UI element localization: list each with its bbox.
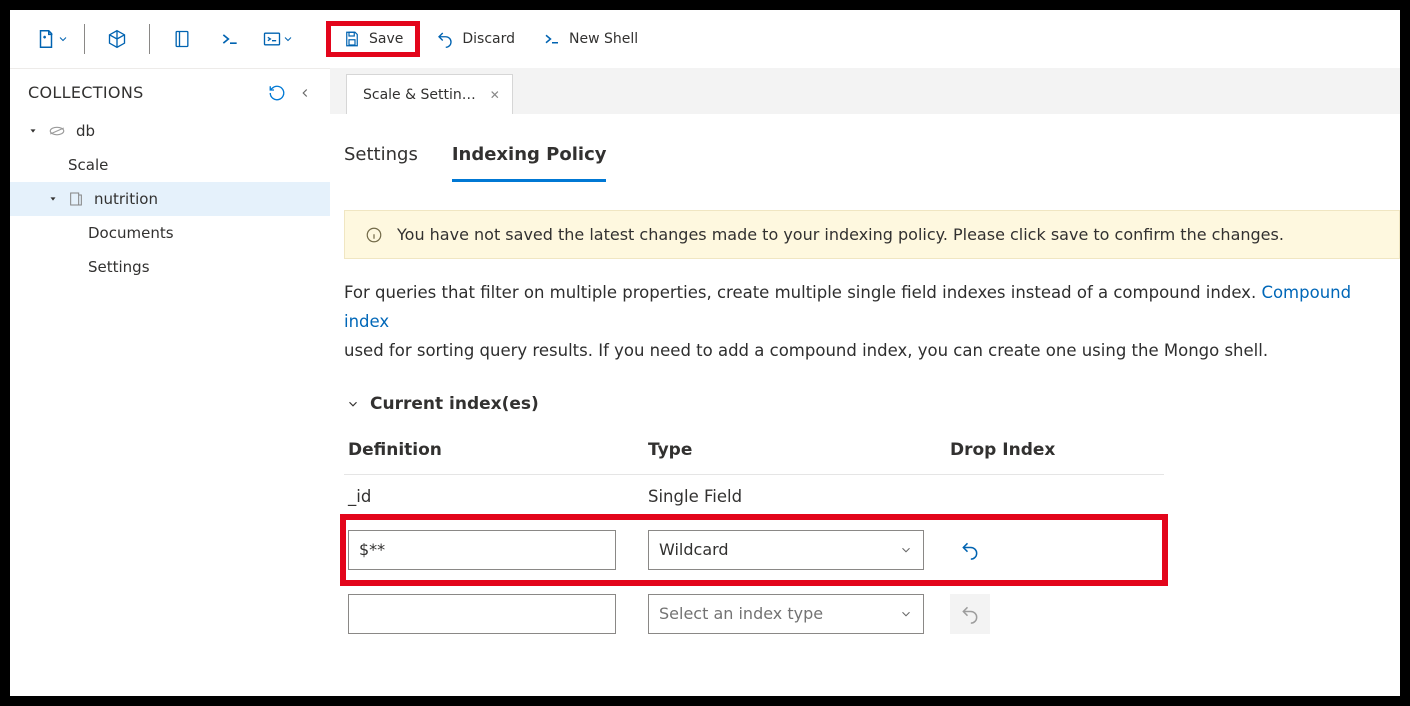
tree-database-node[interactable]: db <box>10 114 330 148</box>
main-panel: Scale & Settin… ✕ Settings Indexing Poli… <box>330 68 1400 696</box>
chevron-down-icon <box>346 397 360 411</box>
chevron-down-icon <box>282 33 294 45</box>
new-shell-button[interactable]: New Shell <box>531 21 650 57</box>
content: Settings Indexing Policy You have not sa… <box>330 114 1400 646</box>
connect-button[interactable] <box>95 21 139 57</box>
save-icon <box>343 30 361 48</box>
index-table: Definition Type Drop Index _id Single Fi… <box>344 440 1164 646</box>
cube-icon <box>107 29 127 49</box>
terminal-icon <box>262 29 282 49</box>
col-definition: Definition <box>348 440 648 460</box>
type-select[interactable]: Wildcard <box>648 530 924 570</box>
tree-settings-node[interactable]: Settings <box>10 250 330 284</box>
tree-collection-node[interactable]: nutrition <box>10 182 330 216</box>
subnav: Settings Indexing Policy <box>344 138 1400 182</box>
undo-icon <box>436 30 454 48</box>
save-label: Save <box>369 31 403 47</box>
add-resource-button[interactable] <box>30 21 74 57</box>
new-query-button[interactable] <box>160 21 204 57</box>
discard-button[interactable]: Discard <box>424 21 527 57</box>
definition-input[interactable] <box>348 594 616 634</box>
sidebar-title: COLLECTIONS <box>28 83 144 102</box>
sidebar: COLLECTIONS db <box>10 68 330 696</box>
definition-input[interactable] <box>348 530 616 570</box>
chevron-down-icon <box>899 607 913 621</box>
tree-settings-label: Settings <box>88 258 150 276</box>
database-icon <box>48 122 66 140</box>
definition-cell: _id <box>348 487 648 506</box>
caret-down-icon <box>28 126 38 136</box>
type-select-value: Wildcard <box>659 540 729 559</box>
divider <box>149 24 150 54</box>
sidebar-tree: db Scale nutrition Documents Settings <box>10 114 330 284</box>
new-shell-label: New Shell <box>569 31 638 47</box>
subnav-indexing-policy[interactable]: Indexing Policy <box>452 138 607 182</box>
open-shell-button[interactable] <box>208 21 252 57</box>
chevron-down-icon <box>899 543 913 557</box>
description-text: For queries that filter on multiple prop… <box>344 279 1400 366</box>
refresh-icon[interactable] <box>268 84 286 102</box>
subnav-settings[interactable]: Settings <box>344 138 418 182</box>
collection-icon <box>68 191 84 207</box>
type-select[interactable]: Select an index type <box>648 594 924 634</box>
toolbar: Save Discard New Shell <box>10 10 1400 68</box>
index-row: _id Single Field <box>344 475 1164 518</box>
type-cell: Single Field <box>648 487 950 506</box>
save-button[interactable]: Save <box>326 21 420 57</box>
prompt-icon <box>543 30 561 48</box>
index-row-new: Select an index type <box>344 582 1164 646</box>
undo-icon <box>960 540 980 560</box>
close-icon[interactable]: ✕ <box>490 88 500 102</box>
col-drop: Drop Index <box>950 440 1160 460</box>
chevron-down-icon <box>57 33 69 45</box>
app-root: Save Discard New Shell COLLECTIONS <box>10 10 1400 696</box>
drop-index-button[interactable] <box>950 530 990 570</box>
tree-db-label: db <box>76 122 95 140</box>
tab-label: Scale & Settin… <box>363 87 476 103</box>
current-indexes-header[interactable]: Current index(es) <box>344 394 1400 414</box>
caret-down-icon <box>48 194 58 204</box>
index-row-editable: Wildcard <box>344 518 1164 582</box>
drop-index-button-disabled <box>950 594 990 634</box>
undo-icon <box>960 604 980 624</box>
type-select-placeholder: Select an index type <box>659 604 823 623</box>
open-terminal-dropdown[interactable] <box>256 21 300 57</box>
col-type: Type <box>648 440 950 460</box>
tree-documents-label: Documents <box>88 224 174 242</box>
tree-scale-label: Scale <box>68 156 108 174</box>
divider <box>84 24 85 54</box>
add-resource-icon <box>35 28 57 50</box>
info-icon <box>365 226 383 244</box>
section-title: Current index(es) <box>370 394 539 414</box>
notice-text: You have not saved the latest changes ma… <box>397 225 1284 244</box>
tree-documents-node[interactable]: Documents <box>10 216 330 250</box>
index-table-header: Definition Type Drop Index <box>344 440 1164 475</box>
collapse-sidebar-icon[interactable] <box>298 86 312 100</box>
notebook-icon <box>172 29 192 49</box>
unsaved-notice: You have not saved the latest changes ma… <box>344 210 1400 259</box>
tree-collection-label: nutrition <box>94 190 158 208</box>
tree-scale-node[interactable]: Scale <box>10 148 330 182</box>
discard-label: Discard <box>462 31 515 47</box>
tab-scale-settings[interactable]: Scale & Settin… ✕ <box>346 74 513 114</box>
tabstrip: Scale & Settin… ✕ <box>330 68 1400 114</box>
prompt-icon <box>220 29 240 49</box>
